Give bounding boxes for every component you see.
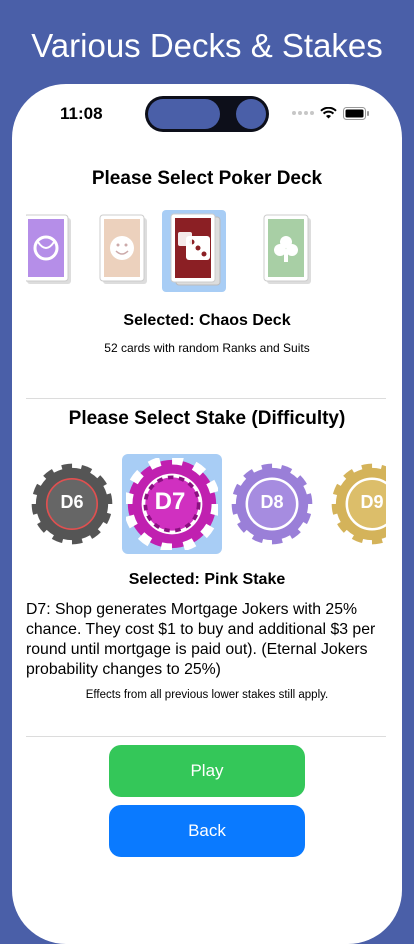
chip-d6-label: D6 bbox=[60, 492, 84, 512]
wifi-icon bbox=[320, 107, 337, 119]
stake-description: D7: Shop generates Mortgage Jokers with … bbox=[26, 601, 376, 678]
deck-card-green[interactable] bbox=[256, 210, 320, 292]
signal-dots-icon bbox=[292, 111, 314, 115]
back-button[interactable]: Back bbox=[109, 805, 305, 857]
chaos-deck-icon bbox=[170, 213, 221, 286]
green-deck-icon bbox=[263, 214, 311, 284]
selected-deck-label: Selected: Chaos Deck bbox=[123, 312, 291, 329]
deck-card-smiley[interactable] bbox=[92, 210, 156, 292]
deck-description: 52 cards with random Ranks and Suits bbox=[104, 341, 310, 355]
stake-chip-d7[interactable]: D7 bbox=[122, 454, 222, 554]
deck-carousel[interactable] bbox=[26, 210, 386, 296]
deck-card-purple[interactable] bbox=[26, 210, 80, 292]
smiley-deck-icon bbox=[99, 214, 147, 284]
status-time: 11:08 bbox=[60, 104, 103, 123]
status-icons bbox=[292, 106, 370, 120]
stake-chip-d9[interactable]: D9 bbox=[327, 459, 386, 549]
promo-title: Various Decks & Stakes bbox=[31, 27, 383, 64]
divider bbox=[26, 736, 386, 737]
phone-screen: 11:08 Please Select Poker Deck Selected:… bbox=[12, 84, 402, 944]
deck-card-chaos[interactable] bbox=[162, 210, 226, 292]
chip-d7-label: D7 bbox=[154, 488, 186, 515]
stake-note: Effects from all previous lower stakes s… bbox=[85, 689, 329, 701]
stake-section-title: Please Select Stake (Difficulty) bbox=[68, 408, 346, 429]
purple-deck-icon bbox=[26, 214, 71, 284]
chip-d9-label: D9 bbox=[360, 492, 384, 512]
deck-section-title: Please Select Poker Deck bbox=[91, 168, 323, 189]
stake-carousel[interactable]: D6 D7 D8 D9 bbox=[26, 452, 386, 556]
stake-chip-d6[interactable]: D6 bbox=[27, 459, 117, 549]
stake-chip-d8[interactable]: D8 bbox=[227, 459, 317, 549]
selected-stake-label: Selected: Pink Stake bbox=[128, 571, 286, 588]
battery-icon bbox=[343, 106, 369, 120]
play-button[interactable]: Play bbox=[109, 745, 305, 797]
dynamic-island bbox=[145, 96, 269, 132]
chip-d8-label: D8 bbox=[260, 492, 284, 512]
divider bbox=[26, 398, 386, 399]
